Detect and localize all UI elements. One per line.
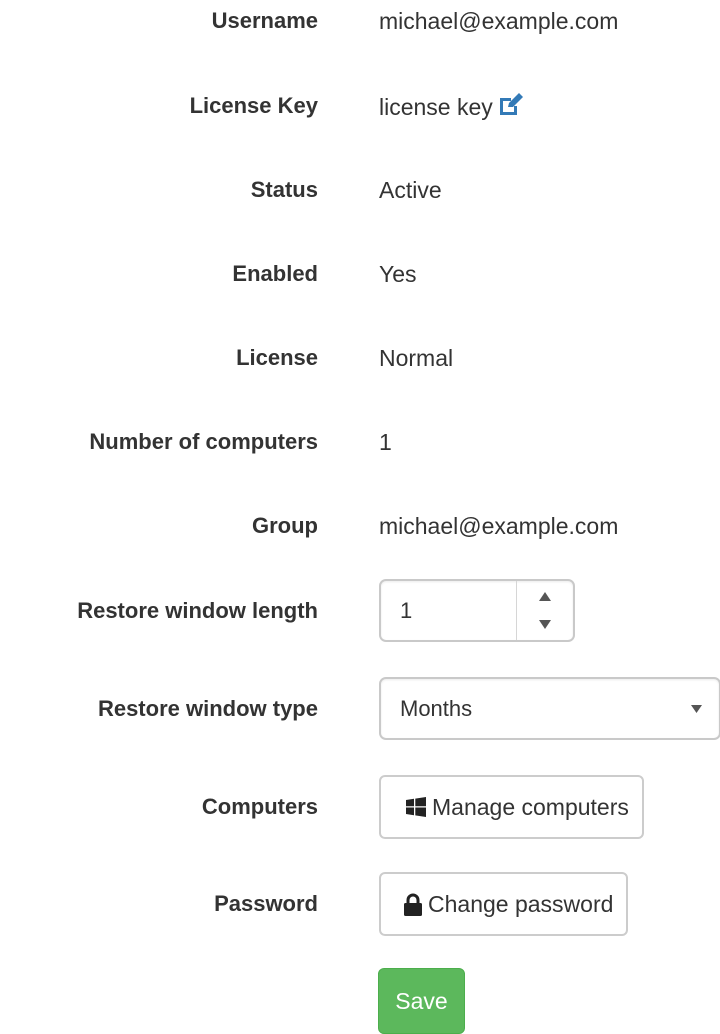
field-value-enabled: Yes <box>379 261 417 287</box>
field-label-username: Username <box>211 8 318 33</box>
triangle-up-icon <box>539 592 551 601</box>
license-key-text: license key <box>379 94 493 120</box>
field-label-number-of-computers: Number of computers <box>89 429 318 454</box>
spinner-up-button[interactable] <box>517 582 573 611</box>
change-password-label: Change password <box>428 890 614 917</box>
field-label-group: Group <box>252 513 318 538</box>
change-password-button[interactable]: Change password <box>379 872 629 936</box>
field-value-number-of-computers: 1 <box>379 429 392 455</box>
edit-icon[interactable] <box>497 93 524 123</box>
restore-window-type-value: Months <box>400 696 473 721</box>
number-spinner <box>516 581 573 640</box>
field-value-group: michael@example.com <box>379 513 619 539</box>
restore-window-length-value: 1 <box>400 598 413 623</box>
field-value-license: Normal <box>379 345 454 371</box>
save-button[interactable]: Save <box>378 968 465 1034</box>
field-label-restore-window-length: Restore window length <box>77 598 318 623</box>
spinner-down-button[interactable] <box>517 610 573 639</box>
field-value-username: michael@example.com <box>379 8 619 34</box>
triangle-down-icon <box>539 620 551 629</box>
field-label-status: Status <box>250 177 318 202</box>
field-label-license-key: License Key <box>189 93 318 118</box>
manage-computers-label: Manage computers <box>432 793 629 820</box>
restore-window-type-select[interactable]: Months <box>379 677 720 740</box>
field-value-status: Active <box>379 177 442 203</box>
manage-computers-button[interactable]: Manage computers <box>379 775 644 839</box>
field-label-restore-window-type: Restore window type <box>97 696 318 721</box>
field-value-license-key: license key <box>379 93 524 123</box>
chevron-down-icon <box>691 705 702 713</box>
field-label-enabled: Enabled <box>232 261 318 286</box>
lock-icon <box>403 893 423 916</box>
windows-icon <box>405 796 427 818</box>
field-label-password: Password <box>214 891 318 916</box>
field-label-computers: Computers <box>201 794 318 819</box>
field-label-license: License <box>236 345 318 370</box>
restore-window-length-input[interactable]: 1 <box>379 579 575 642</box>
